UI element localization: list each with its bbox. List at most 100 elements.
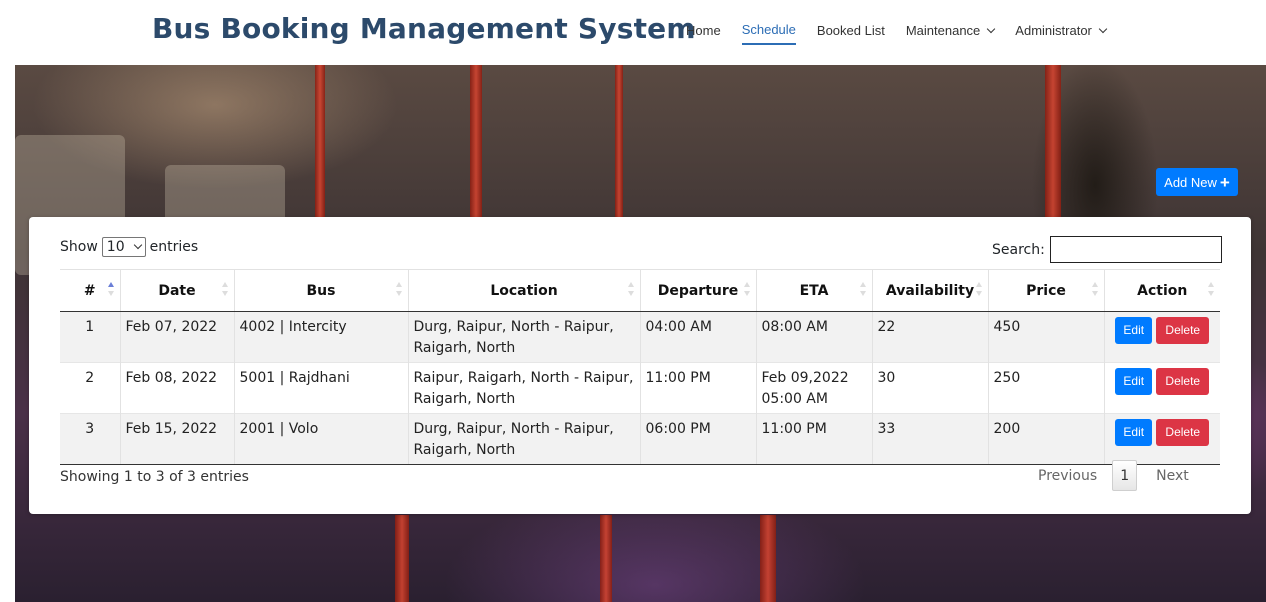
column-header-label: Bus	[306, 282, 336, 299]
nav-schedule[interactable]: Schedule	[741, 22, 796, 45]
column-header-number[interactable]: #	[60, 269, 120, 312]
sort-icon	[221, 282, 228, 298]
cell-availability: 22	[871, 311, 988, 363]
pole-decoration	[315, 65, 325, 235]
sort-icon	[859, 282, 866, 298]
column-header-label: Price	[1026, 282, 1066, 299]
cell-date: Feb 07, 2022	[119, 311, 234, 363]
edit-button[interactable]: Edit	[1115, 368, 1153, 395]
cell-action: Edit Delete	[1103, 311, 1220, 363]
sort-icon	[395, 282, 402, 298]
cell-eta: 11:00 PM	[755, 413, 872, 465]
pole-decoration	[760, 515, 776, 602]
show-label: Show	[60, 239, 98, 255]
cell-action: Edit Delete	[1103, 413, 1220, 465]
delete-button[interactable]: Delete	[1156, 368, 1210, 395]
search-label: Search:	[992, 241, 1045, 258]
top-header: Bus Booking Management System Home Sched…	[0, 0, 1266, 64]
column-header-availability[interactable]: Availability	[871, 269, 988, 312]
sort-icon	[1208, 282, 1214, 298]
column-header-label: Location	[490, 282, 558, 299]
sort-icon	[1091, 282, 1098, 298]
chevron-down-icon	[987, 24, 996, 34]
column-header-departure[interactable]: Departure	[639, 269, 756, 312]
edit-button[interactable]: Edit	[1115, 317, 1153, 344]
pagination: Previous 1 Next	[1038, 460, 1189, 491]
chevron-down-icon	[1098, 24, 1108, 34]
sort-icon	[975, 282, 982, 298]
table-header-row: # Date Bus Location Departure ETA Availa…	[60, 269, 1220, 312]
entries-select-value: 10	[106, 239, 125, 255]
plus-icon: +	[1219, 172, 1230, 192]
cell-availability: 30	[871, 362, 988, 414]
cell-departure: 04:00 AM	[639, 311, 756, 363]
pole-decoration	[615, 65, 623, 225]
cell-eta: 08:00 AM	[755, 311, 872, 363]
table-row: 2 Feb 08, 2022 5001 | Rajdhani Raipur, R…	[60, 362, 1220, 414]
add-new-label: Add New	[1164, 174, 1217, 190]
cell-bus: 5001 | Rajdhani	[233, 362, 408, 414]
cell-bus: 2001 | Volo	[233, 413, 408, 465]
nav-administrator[interactable]: Administrator	[1015, 23, 1108, 44]
pole-decoration	[470, 65, 482, 225]
sort-icon	[743, 282, 750, 298]
column-header-label: Availability	[885, 282, 975, 299]
next-page-button[interactable]: Next	[1156, 468, 1189, 484]
cell-departure: 06:00 PM	[639, 413, 756, 465]
chevron-down-icon	[133, 240, 142, 250]
site-title: Bus Booking Management System	[152, 12, 696, 45]
delete-button[interactable]: Delete	[1156, 317, 1210, 344]
entries-length-control: Show 10 entries	[60, 237, 198, 257]
cell-location: Raipur, Raigarh, North - Raipur, Raigarh…	[407, 362, 640, 414]
main-nav: Home Schedule Booked List Maintenance Ad…	[686, 22, 1127, 45]
column-header-label: Departure	[657, 282, 739, 299]
table-row: 1 Feb 07, 2022 4002 | Intercity Durg, Ra…	[60, 311, 1220, 363]
table-row: 3 Feb 15, 2022 2001 | Volo Durg, Raipur,…	[60, 413, 1220, 465]
cell-price: 200	[987, 413, 1104, 465]
cell-action: Edit Delete	[1103, 362, 1220, 414]
nav-administrator-label: Administrator	[1015, 23, 1092, 38]
cell-date: Feb 15, 2022	[119, 413, 234, 465]
cell-bus: 4002 | Intercity	[233, 311, 408, 363]
nav-maintenance[interactable]: Maintenance	[905, 23, 996, 44]
pole-decoration	[600, 515, 612, 602]
pole-decoration	[1045, 65, 1061, 225]
add-new-button[interactable]: Add New +	[1156, 168, 1238, 196]
cell-location: Durg, Raipur, North - Raipur, Raigarh, N…	[407, 413, 640, 465]
cell-eta: Feb 09,2022 05:00 AM	[755, 362, 872, 414]
cell-availability: 33	[871, 413, 988, 465]
edit-button[interactable]: Edit	[1115, 419, 1153, 446]
nav-booked-list[interactable]: Booked List	[817, 23, 885, 44]
entries-select[interactable]: 10	[101, 237, 146, 257]
nav-maintenance-label: Maintenance	[905, 23, 981, 38]
cell-departure: 11:00 PM	[639, 362, 756, 414]
column-header-action[interactable]: Action	[1103, 269, 1220, 312]
column-header-bus[interactable]: Bus	[233, 269, 408, 312]
search-control: Search:	[992, 236, 1222, 263]
page-1-button[interactable]: 1	[1112, 460, 1138, 491]
entries-label: entries	[149, 239, 199, 255]
cell-location: Durg, Raipur, North - Raipur, Raigarh, N…	[407, 311, 640, 363]
cell-price: 450	[987, 311, 1104, 363]
column-header-eta[interactable]: ETA	[755, 269, 872, 312]
column-header-label: ETA	[799, 282, 829, 299]
column-header-location[interactable]: Location	[407, 269, 640, 312]
cell-number: 1	[60, 311, 120, 363]
cell-date: Feb 08, 2022	[119, 362, 234, 414]
schedule-card: Show 10 entries Search: # Date Bus Locat…	[29, 217, 1251, 514]
column-header-price[interactable]: Price	[987, 269, 1104, 312]
column-header-label: Action	[1137, 282, 1188, 299]
column-header-label: Date	[158, 282, 196, 299]
previous-page-button[interactable]: Previous	[1038, 468, 1097, 484]
sort-icon	[627, 282, 634, 298]
nav-home[interactable]: Home	[686, 23, 721, 44]
column-header-date[interactable]: Date	[119, 269, 234, 312]
table-info: Showing 1 to 3 of 3 entries	[60, 469, 249, 485]
cell-price: 250	[987, 362, 1104, 414]
sort-asc-icon	[107, 282, 114, 298]
cell-number: 3	[60, 413, 120, 465]
schedule-table: # Date Bus Location Departure ETA Availa…	[60, 269, 1220, 465]
cell-number: 2	[60, 362, 120, 414]
delete-button[interactable]: Delete	[1156, 419, 1210, 446]
search-input[interactable]	[1049, 236, 1222, 263]
